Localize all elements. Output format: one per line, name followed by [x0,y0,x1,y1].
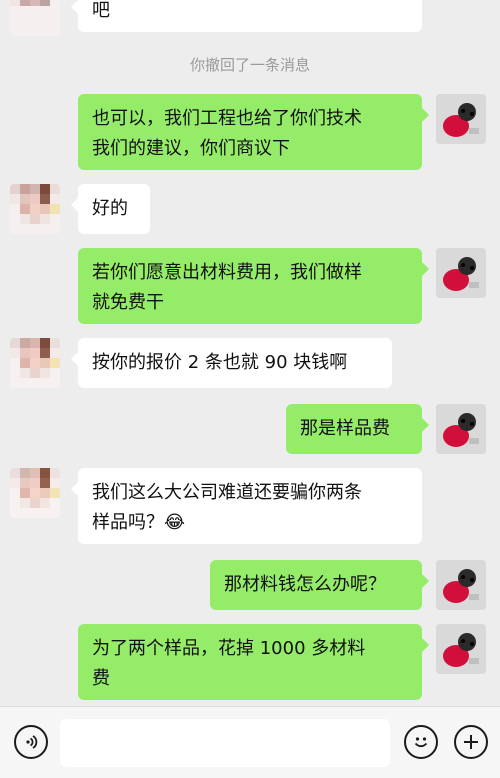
sent-message-bubble[interactable]: 那材料钱怎么办呢？ [210,560,429,610]
self-avatar[interactable] [436,94,486,144]
contact-avatar[interactable] [10,468,60,518]
dog-avatar-image [436,248,486,298]
sent-message-bubble[interactable]: 为了两个样品，花掉 1000 多材料 费 [78,624,429,700]
dog-avatar-image [436,560,486,610]
recall-notice: 你撤回了一条消息 [189,56,310,74]
sent-message-bubble[interactable]: 也可以，我们工程也给了你们技术 我们的建议，你们商议下 [78,94,429,170]
received-message-bubble[interactable]: 好的 [71,184,150,234]
received-message-bubble[interactable]: 我们这么大公司难道还要骗你两条 样品吗？😂 [71,468,422,544]
sent-message-bubble[interactable]: 若你们愿意出材料费用，我们做样 就免费干 [78,248,429,324]
dog-avatar-image [436,94,486,144]
emoji-icon[interactable] [404,725,438,759]
self-avatar[interactable] [436,404,486,454]
dog-avatar-image [436,404,486,454]
received-message-bubble[interactable]: 按你的报价 2 条也就 90 块钱啊 [71,338,392,388]
dog-avatar-image [436,624,486,674]
message-input[interactable] [60,719,390,767]
plus-icon[interactable] [454,725,488,759]
self-avatar[interactable] [436,624,486,674]
chat-area: 吧 你撤回了一条消息 也可以，我们工程也给了你们技术 我们的建议，你们商议下 好… [0,0,500,706]
sent-message-bubble[interactable]: 那是样品费 [286,404,429,454]
voice-icon[interactable] [14,725,48,759]
self-avatar[interactable] [436,248,486,298]
received-message-bubble[interactable]: 吧 [71,0,422,32]
input-bar [0,706,500,778]
contact-avatar[interactable] [10,338,60,388]
contact-avatar[interactable] [10,0,60,36]
self-avatar[interactable] [436,560,486,610]
contact-avatar[interactable] [10,184,60,234]
